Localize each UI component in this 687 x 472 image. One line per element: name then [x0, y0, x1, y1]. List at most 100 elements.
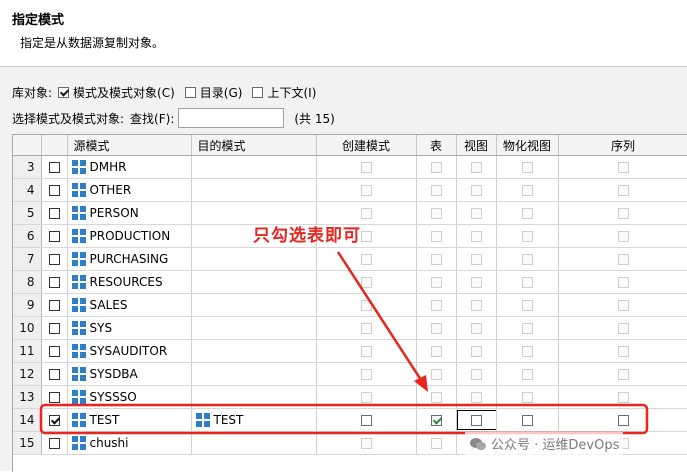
view-checkbox[interactable] [470, 231, 482, 242]
col-header-sequence[interactable]: 序列 [558, 135, 687, 156]
mview-checkbox[interactable] [521, 185, 533, 196]
create-schema-checkbox[interactable] [360, 277, 372, 288]
sequence-checkbox[interactable] [617, 415, 629, 426]
create-schema-checkbox[interactable] [360, 415, 372, 426]
row-select-checkbox[interactable] [48, 415, 60, 426]
row-select-checkbox[interactable] [48, 300, 60, 311]
view-checkbox[interactable] [470, 392, 482, 403]
schema-objects-option[interactable]: 模式及模式对象(C) [58, 84, 175, 101]
context-checkbox[interactable] [252, 86, 264, 98]
directory-checkbox[interactable] [184, 86, 196, 98]
row-select-checkbox[interactable] [48, 438, 60, 449]
col-header-table[interactable]: 表 [416, 135, 457, 156]
sequence-checkbox[interactable] [617, 369, 629, 380]
sequence-checkbox[interactable] [617, 185, 629, 196]
mview-checkbox[interactable] [521, 300, 533, 311]
create-schema-checkbox[interactable] [360, 346, 372, 357]
row-select-checkbox[interactable] [48, 162, 60, 173]
create-schema-checkbox[interactable] [360, 231, 372, 242]
mview-checkbox[interactable] [521, 346, 533, 357]
table-row[interactable]: 12 SYSDBA [13, 362, 687, 386]
view-checkbox[interactable] [470, 346, 482, 357]
table-row[interactable]: 9 SALES [13, 293, 687, 317]
col-header-mview[interactable]: 物化视图 [496, 135, 559, 156]
create-schema-checkbox[interactable] [360, 208, 372, 219]
mview-checkbox[interactable] [521, 162, 533, 173]
view-checkbox[interactable] [470, 208, 482, 219]
view-checkbox[interactable] [470, 300, 482, 311]
view-checkbox[interactable] [471, 415, 482, 426]
sequence-checkbox[interactable] [617, 323, 629, 334]
table-row[interactable]: 3 DMHR [13, 155, 687, 179]
table-checkbox[interactable] [430, 369, 442, 380]
table-checkbox[interactable] [430, 392, 442, 403]
sequence-checkbox[interactable] [617, 392, 629, 403]
create-schema-checkbox[interactable] [360, 392, 372, 403]
search-input[interactable] [178, 108, 285, 128]
col-header-target[interactable]: 目的模式 [191, 135, 317, 156]
context-option[interactable]: 上下文(I) [252, 84, 316, 101]
col-header-create[interactable]: 创建模式 [316, 135, 417, 156]
table-row[interactable]: 14 TEST TEST [13, 408, 687, 432]
row-select-checkbox[interactable] [48, 277, 60, 288]
row-select-checkbox[interactable] [48, 346, 60, 357]
row-select-checkbox[interactable] [48, 231, 60, 242]
row-select-checkbox[interactable] [48, 369, 60, 380]
table-checkbox[interactable] [430, 438, 442, 449]
view-checkbox[interactable] [470, 162, 482, 173]
table-checkbox[interactable] [430, 208, 442, 219]
col-header-view[interactable]: 视图 [456, 135, 497, 156]
sequence-checkbox[interactable] [617, 162, 629, 173]
mview-checkbox[interactable] [521, 369, 533, 380]
sequence-checkbox[interactable] [617, 346, 629, 357]
table-checkbox[interactable] [430, 346, 442, 357]
table-checkbox[interactable] [430, 277, 442, 288]
create-schema-checkbox[interactable] [360, 162, 372, 173]
row-select-checkbox[interactable] [48, 254, 60, 265]
sequence-checkbox[interactable] [617, 231, 629, 242]
row-select-checkbox[interactable] [48, 392, 60, 403]
mview-checkbox[interactable] [521, 208, 533, 219]
directory-option[interactable]: 目录(G) [184, 84, 242, 101]
table-row[interactable]: 11 SYSAUDITOR [13, 339, 687, 363]
create-schema-checkbox[interactable] [360, 369, 372, 380]
table-checkbox[interactable] [430, 162, 442, 173]
col-header-source[interactable]: 源模式 [67, 135, 192, 156]
sequence-checkbox[interactable] [617, 208, 629, 219]
row-select-checkbox[interactable] [48, 185, 60, 196]
row-select-checkbox[interactable] [48, 323, 60, 334]
view-checkbox[interactable] [470, 185, 482, 196]
mview-checkbox[interactable] [521, 392, 533, 403]
mview-checkbox[interactable] [521, 231, 533, 242]
table-checkbox[interactable] [430, 254, 442, 265]
table-row[interactable]: 8 RESOURCES [13, 270, 687, 294]
table-checkbox[interactable] [430, 415, 442, 426]
table-row[interactable]: 7 PURCHASING [13, 247, 687, 271]
sequence-checkbox[interactable] [617, 254, 629, 265]
view-checkbox[interactable] [470, 369, 482, 380]
mview-checkbox[interactable] [521, 323, 533, 334]
create-schema-checkbox[interactable] [360, 254, 372, 265]
view-checkbox[interactable] [470, 323, 482, 334]
create-schema-checkbox[interactable] [360, 323, 372, 334]
table-checkbox[interactable] [430, 323, 442, 334]
table-row[interactable]: 4 OTHER [13, 178, 687, 202]
create-schema-checkbox[interactable] [360, 300, 372, 311]
table-row[interactable]: 10 SYS [13, 316, 687, 340]
row-select-checkbox[interactable] [48, 208, 60, 219]
view-checkbox[interactable] [470, 277, 482, 288]
table-checkbox[interactable] [430, 300, 442, 311]
table-checkbox[interactable] [430, 185, 442, 196]
table-checkbox[interactable] [430, 231, 442, 242]
mview-checkbox[interactable] [521, 277, 533, 288]
view-focus-cell[interactable] [456, 410, 495, 430]
create-schema-checkbox[interactable] [360, 185, 372, 196]
mview-checkbox[interactable] [521, 254, 533, 265]
sequence-checkbox[interactable] [617, 277, 629, 288]
sequence-checkbox[interactable] [617, 300, 629, 311]
schema-objects-checkbox[interactable] [58, 86, 70, 98]
view-checkbox[interactable] [470, 254, 482, 265]
table-row[interactable]: 13 SYSSSO [13, 385, 687, 409]
mview-checkbox[interactable] [521, 415, 533, 426]
create-schema-checkbox[interactable] [360, 438, 372, 449]
